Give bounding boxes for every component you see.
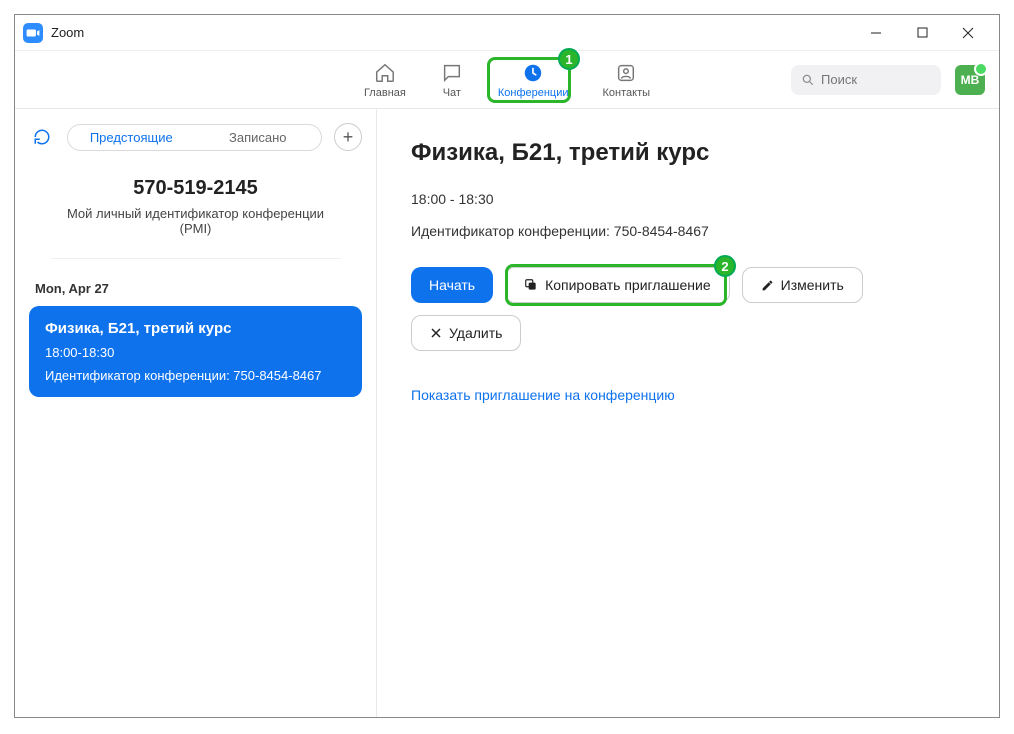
meeting-card-time: 18:00-18:30: [45, 345, 346, 360]
search-icon: [801, 73, 815, 87]
sidebar: Предстоящие Записано + 570-519-2145 Мой …: [15, 109, 377, 717]
close-button[interactable]: [945, 15, 991, 51]
pmi-number: 570-519-2145: [51, 177, 341, 200]
refresh-button[interactable]: [29, 124, 55, 150]
delete-button[interactable]: Удалить: [411, 315, 521, 351]
meeting-card[interactable]: Физика, Б21, третий курс 18:00-18:30 Иде…: [29, 306, 362, 397]
delete-label: Удалить: [449, 325, 502, 341]
titlebar: Zoom: [15, 15, 999, 51]
avatar-initials: МВ: [961, 73, 980, 87]
tab-recorded[interactable]: Записано: [195, 125, 322, 150]
detail-id: Идентификатор конференции: 750-8454-8467: [411, 223, 969, 239]
app-title: Zoom: [51, 25, 84, 40]
meeting-card-id: Идентификатор конференции: 750-8454-8467: [45, 368, 346, 383]
copy-invite-label: Копировать приглашение: [545, 277, 711, 293]
x-icon: [430, 327, 442, 339]
edit-label: Изменить: [781, 277, 844, 293]
avatar[interactable]: МВ: [955, 65, 985, 95]
nav-chat-label: Чат: [443, 87, 461, 99]
pencil-icon: [761, 279, 774, 292]
start-button[interactable]: Начать: [411, 267, 493, 303]
pmi-label: Мой личный идентификатор конференции (PM…: [51, 206, 341, 236]
meeting-card-title: Физика, Б21, третий курс: [45, 320, 346, 337]
app-window: Zoom Главная Чат Конференции: [14, 14, 1000, 718]
edit-button[interactable]: Изменить: [742, 267, 863, 303]
maximize-button[interactable]: [899, 15, 945, 51]
clock-icon: [521, 61, 545, 85]
window-controls: [853, 15, 991, 51]
contacts-icon: [614, 61, 638, 85]
date-header: Mon, Apr 27: [35, 281, 362, 296]
zoom-app-icon: [23, 23, 43, 43]
search-box[interactable]: [791, 65, 941, 95]
nav-home-label: Главная: [364, 87, 406, 99]
show-invite-link[interactable]: Показать приглашение на конференцию: [411, 387, 675, 403]
detail-title: Физика, Б21, третий курс: [411, 139, 969, 167]
top-nav: Главная Чат Конференции Контакты: [15, 51, 999, 109]
nav-meetings[interactable]: Конференции: [498, 61, 569, 99]
add-meeting-button[interactable]: +: [334, 123, 362, 151]
home-icon: [373, 61, 397, 85]
search-input[interactable]: [821, 72, 931, 87]
minimize-button[interactable]: [853, 15, 899, 51]
nav-contacts-label: Контакты: [603, 87, 651, 99]
main-area: Предстоящие Записано + 570-519-2145 Мой …: [15, 109, 999, 717]
meeting-detail: Физика, Б21, третий курс 18:00 - 18:30 И…: [377, 109, 999, 717]
copy-invite-button[interactable]: Копировать приглашение: [505, 267, 730, 303]
nav-contacts[interactable]: Контакты: [603, 61, 651, 99]
nav-chat[interactable]: Чат: [440, 61, 464, 99]
nav-meetings-label: Конференции: [498, 87, 569, 99]
detail-time: 18:00 - 18:30: [411, 191, 969, 207]
plus-icon: +: [343, 127, 354, 148]
copy-icon: [524, 278, 538, 292]
tab-upcoming[interactable]: Предстоящие: [68, 125, 195, 150]
chat-icon: [440, 61, 464, 85]
sidebar-tabs: Предстоящие Записано: [67, 124, 322, 151]
pmi-block[interactable]: 570-519-2145 Мой личный идентификатор ко…: [51, 177, 341, 259]
nav-home[interactable]: Главная: [364, 61, 406, 99]
